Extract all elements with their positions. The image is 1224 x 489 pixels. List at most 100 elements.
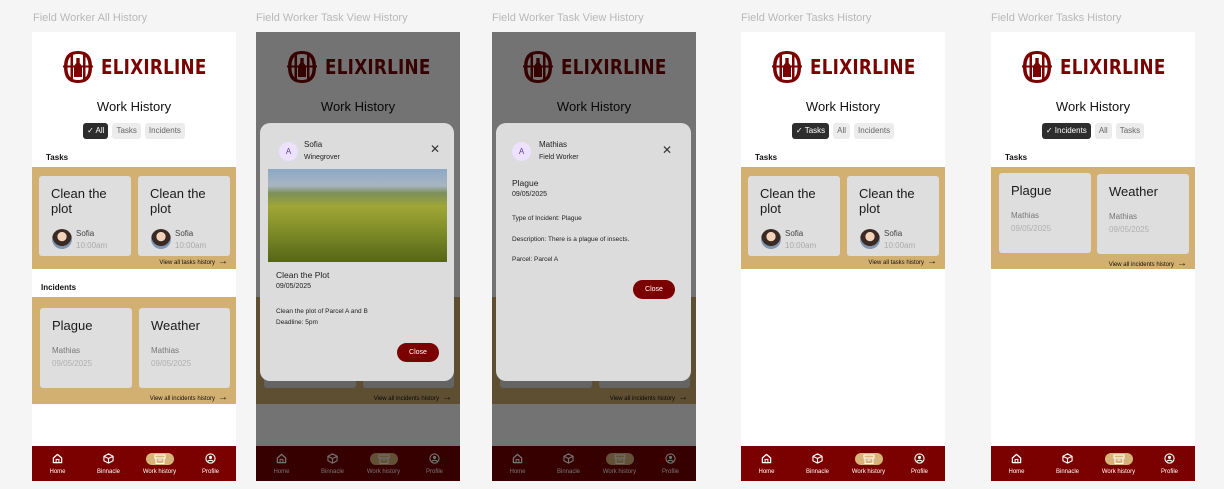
filter-chip-tasks[interactable]: Tasks (112, 123, 141, 139)
nav-item-profile[interactable]: Profile (1147, 453, 1193, 475)
nav-item-work-history[interactable]: Work history (137, 452, 183, 475)
barrel-icon (1021, 51, 1052, 83)
incident-card[interactable]: Plague Mathias 09/05/2025 (40, 308, 132, 388)
profile-icon (1164, 453, 1175, 465)
page-title: Work History (1055, 99, 1131, 114)
close-button[interactable]: Close (633, 280, 675, 299)
incident-card[interactable]: Weather Mathias 09/05/2025 (139, 308, 230, 388)
link-label: View all tasks history (159, 260, 215, 266)
nav-item-work-history[interactable]: Work history (1096, 452, 1142, 475)
frame-label: Field Worker Task View History (256, 12, 408, 24)
brand-logo: ELIXIRLINE (741, 49, 945, 85)
incident-reporter: Mathias (52, 346, 81, 355)
view-all-incidents-link[interactable]: View all incidents history → (1109, 258, 1187, 269)
task-card[interactable]: Clean the plot Sofia 10:00am (748, 176, 840, 256)
task-card[interactable]: Clean the plot Sofia 10:00am (39, 176, 131, 256)
filter-chip-tasks[interactable]: Tasks (1115, 123, 1145, 139)
incident-reporter: Mathias (151, 346, 180, 355)
nav-item-home[interactable]: Home (744, 453, 790, 475)
task-time: 10:00am (175, 241, 207, 250)
modal-incident-description: Description: There is a plague of insect… (512, 236, 630, 243)
task-card[interactable]: Clean the plot Sofia 10:00am (847, 176, 939, 256)
task-title: Clean the plot (760, 186, 816, 216)
nav-item-work-history[interactable]: Work history (846, 452, 892, 475)
nav-label: Profile (910, 468, 928, 475)
box-icon (1062, 453, 1073, 465)
incident-reporter: Mathias (1011, 211, 1040, 220)
avatar (860, 229, 880, 249)
frame-label: Field Worker Tasks History (991, 12, 1122, 24)
close-icon[interactable]: ✕ (430, 142, 440, 156)
arrow-right-icon: → (218, 392, 228, 403)
brand-logo: ELIXIRLINE (991, 49, 1195, 85)
screen-all-history: ELIXIRLINE Work History ✓ All Tasks Inci… (32, 32, 236, 481)
view-all-tasks-link[interactable]: View all tasks history → (159, 256, 228, 267)
filter-chip-tasks[interactable]: ✓ Tasks (791, 123, 830, 139)
nav-item-profile[interactable]: Profile (897, 453, 943, 475)
arrow-right-icon: → (927, 256, 937, 267)
nav-item-binnacle[interactable]: Binnacle (795, 453, 841, 475)
modal-user-name: Mathias (539, 140, 568, 149)
home-icon (761, 453, 772, 465)
profile-icon (914, 453, 925, 465)
page-title: Work History (96, 99, 172, 114)
incident-detail-modal: A Mathias Field Worker ✕ Plague 09/05/20… (496, 123, 691, 381)
bottom-nav: Home Binnacle Work history Profile (741, 446, 945, 481)
filter-chip-all[interactable]: All (833, 123, 851, 139)
nav-label: Home (758, 468, 775, 475)
avatar (761, 229, 781, 249)
nav-item-home[interactable]: Home (35, 453, 81, 475)
box-icon (103, 453, 114, 465)
incident-date: 09/05/2025 (151, 359, 192, 368)
filter-chip-incidents[interactable]: Incidents (854, 123, 895, 139)
bottom-nav: Home Binnacle Work history Profile (991, 446, 1195, 481)
filter-chip-all[interactable]: ✓ All (83, 123, 109, 139)
close-icon[interactable]: ✕ (662, 143, 672, 157)
nav-label: Binnacle (1055, 468, 1079, 475)
nav-item-home[interactable]: Home (994, 453, 1040, 475)
link-label: View all incidents history (1108, 262, 1174, 268)
incidents-band: Plague Mathias 09/05/2025 Weather Mathia… (32, 297, 236, 404)
brand-name: ELIXIRLINE (809, 55, 916, 79)
task-title: Clean the plot (51, 186, 107, 216)
incidents-band: Plague Mathias 09/05/2025 Weather Mathia… (991, 167, 1195, 269)
nav-label: Work history (142, 468, 177, 475)
field-photo (268, 169, 447, 262)
tasks-band: Clean the plot Sofia 10:00am Clean the p… (32, 167, 236, 269)
incident-date: 09/05/2025 (1109, 225, 1150, 234)
brand-name: ELIXIRLINE (1059, 55, 1166, 79)
incident-date: 09/05/2025 (52, 359, 93, 368)
filter-chip-incidents[interactable]: ✓ Incidents (1041, 123, 1091, 139)
frame-label: Field Worker All History (33, 12, 148, 24)
link-label: View all incidents history (149, 396, 215, 402)
page-title: Work History (805, 99, 881, 114)
screen-incident-view: ELIXIRLINE Work History View all inciden… (492, 32, 696, 481)
arrow-right-icon: → (1177, 258, 1187, 269)
task-detail-modal: A Sofia Winegrover ✕ Clean the Plot 09/0… (260, 123, 454, 381)
nav-item-binnacle[interactable]: Binnacle (86, 453, 132, 475)
brand-logo: ELIXIRLINE (32, 49, 236, 85)
archive-icon (854, 452, 883, 465)
nav-label: Home (1008, 468, 1025, 475)
filter-chip-incidents[interactable]: Incidents (144, 123, 185, 139)
modal-task-title: Clean the Plot (276, 270, 330, 280)
arrow-right-icon: → (218, 256, 228, 267)
filter-chips: ✓ All Tasks Incidents (32, 123, 236, 139)
view-all-incidents-link[interactable]: View all incidents history → (150, 392, 228, 403)
view-all-tasks-link[interactable]: View all tasks history → (868, 256, 937, 267)
nav-item-binnacle[interactable]: Binnacle (1045, 453, 1091, 475)
incident-card[interactable]: Plague Mathias 09/05/2025 (999, 173, 1091, 253)
section-title-tasks: Tasks (755, 153, 778, 162)
close-button[interactable]: Close (397, 343, 439, 362)
chip-label: Tasks (804, 126, 826, 135)
modal-user-role: Field Worker (539, 154, 579, 161)
modal-user-role: Winegrover (304, 154, 340, 161)
task-time: 10:00am (76, 241, 108, 250)
filter-chip-all[interactable]: All (1094, 123, 1112, 139)
modal-task-description: Clean the plot of Parcel A and B (276, 308, 368, 315)
nav-item-profile[interactable]: Profile (188, 453, 234, 475)
modal-incident-date: 09/05/2025 (512, 191, 548, 198)
incident-card[interactable]: Weather Mathias 09/05/2025 (1097, 174, 1189, 254)
task-card[interactable]: Clean the plot Sofia 10:00am (138, 176, 230, 256)
modal-incident-parcel: Parcel: Parcel A (512, 256, 559, 263)
